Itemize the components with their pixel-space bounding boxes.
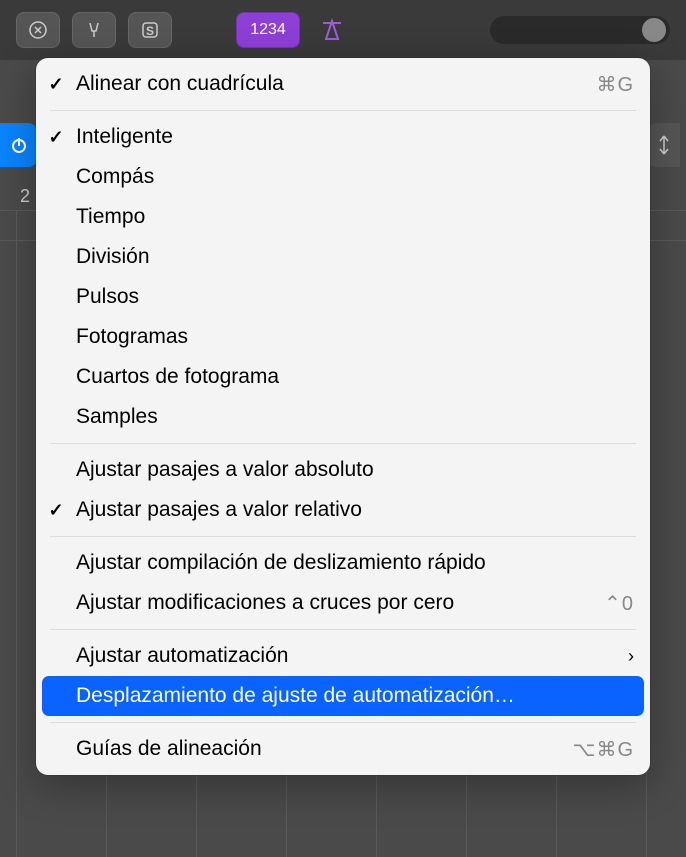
solo-button[interactable]: S: [128, 12, 172, 48]
menu-label: Desplazamiento de ajuste de automatizaci…: [76, 684, 628, 708]
menu-label: Compás: [76, 165, 634, 189]
menu-label: División: [76, 245, 634, 269]
menu-label: Cuartos de fotograma: [76, 365, 634, 389]
metronome-icon: [319, 17, 345, 43]
menu-item-bar[interactable]: Compás: [36, 157, 650, 197]
menu-label: Samples: [76, 405, 634, 429]
menu-label: Inteligente: [76, 125, 634, 149]
chevron-right-icon: ›: [628, 646, 634, 667]
menu-item-snap-automation[interactable]: Ajustar automatización ›: [36, 636, 650, 676]
snap-menu: ✓ Alinear con cuadrícula ⌘G ✓ Inteligent…: [36, 58, 650, 775]
slider-thumb[interactable]: [642, 18, 666, 42]
shortcut: ⌃0: [604, 591, 634, 616]
menu-item-align-to-grid[interactable]: ✓ Alinear con cuadrícula ⌘G: [36, 64, 650, 104]
vertical-zoom-button[interactable]: [648, 123, 680, 167]
menu-label: Fotogramas: [76, 325, 634, 349]
close-x-button[interactable]: [16, 12, 60, 48]
menu-label: Pulsos: [76, 285, 634, 309]
menu-item-snap-quick-swipe[interactable]: Ajustar compilación de deslizamiento ráp…: [36, 543, 650, 583]
menu-label: Ajustar pasajes a valor absoluto: [76, 458, 634, 482]
menu-divider: [50, 722, 636, 723]
shortcut: ⌥⌘G: [572, 737, 634, 762]
menu-label: Alinear con cuadrícula: [76, 72, 596, 96]
menu-item-snap-zero-crossings[interactable]: Ajustar modificaciones a cruces por cero…: [36, 583, 650, 623]
menu-label: Tiempo: [76, 205, 634, 229]
menu-item-samples[interactable]: Samples: [36, 397, 650, 437]
menu-item-automation-snap-offset[interactable]: Desplazamiento de ajuste de automatizaci…: [42, 676, 644, 716]
menu-label: Ajustar pasajes a valor relativo: [76, 498, 634, 522]
check-icon: ✓: [36, 500, 76, 521]
s-box-icon: S: [140, 20, 160, 40]
metronome-button[interactable]: [312, 12, 352, 48]
x-circle-icon: [28, 20, 48, 40]
check-icon: ✓: [36, 74, 76, 95]
vertical-arrows-icon: [655, 133, 673, 157]
power-icon: [9, 135, 29, 155]
menu-item-snap-absolute[interactable]: Ajustar pasajes a valor absoluto: [36, 450, 650, 490]
menu-label: Guías de alineación: [76, 737, 572, 761]
menu-item-beat[interactable]: Tiempo: [36, 197, 650, 237]
toolbar: S 1234: [0, 0, 686, 60]
check-icon: ✓: [36, 127, 76, 148]
menu-label: Ajustar modificaciones a cruces por cero: [76, 591, 604, 615]
menu-item-ticks[interactable]: Pulsos: [36, 277, 650, 317]
snap-value-label: 1234: [250, 21, 286, 39]
menu-item-alignment-guides[interactable]: Guías de alineación ⌥⌘G: [36, 729, 650, 769]
tuning-fork-icon: [84, 20, 104, 40]
menu-item-snap-relative[interactable]: ✓ Ajustar pasajes a valor relativo: [36, 490, 650, 530]
menu-item-smart[interactable]: ✓ Inteligente: [36, 117, 650, 157]
ruler-position: 2: [20, 186, 30, 207]
menu-divider: [50, 443, 636, 444]
tuning-fork-button[interactable]: [72, 12, 116, 48]
menu-divider: [50, 110, 636, 111]
menu-item-division[interactable]: División: [36, 237, 650, 277]
menu-label: Ajustar compilación de deslizamiento ráp…: [76, 551, 634, 575]
svg-text:S: S: [146, 24, 154, 38]
menu-divider: [50, 536, 636, 537]
menu-divider: [50, 629, 636, 630]
power-button[interactable]: [0, 123, 38, 167]
zoom-slider[interactable]: [490, 16, 670, 44]
menu-label: Ajustar automatización: [76, 644, 620, 668]
menu-item-quarter-frames[interactable]: Cuartos de fotograma: [36, 357, 650, 397]
menu-item-frames[interactable]: Fotogramas: [36, 317, 650, 357]
snap-value-button[interactable]: 1234: [236, 12, 300, 48]
shortcut: ⌘G: [596, 72, 634, 97]
